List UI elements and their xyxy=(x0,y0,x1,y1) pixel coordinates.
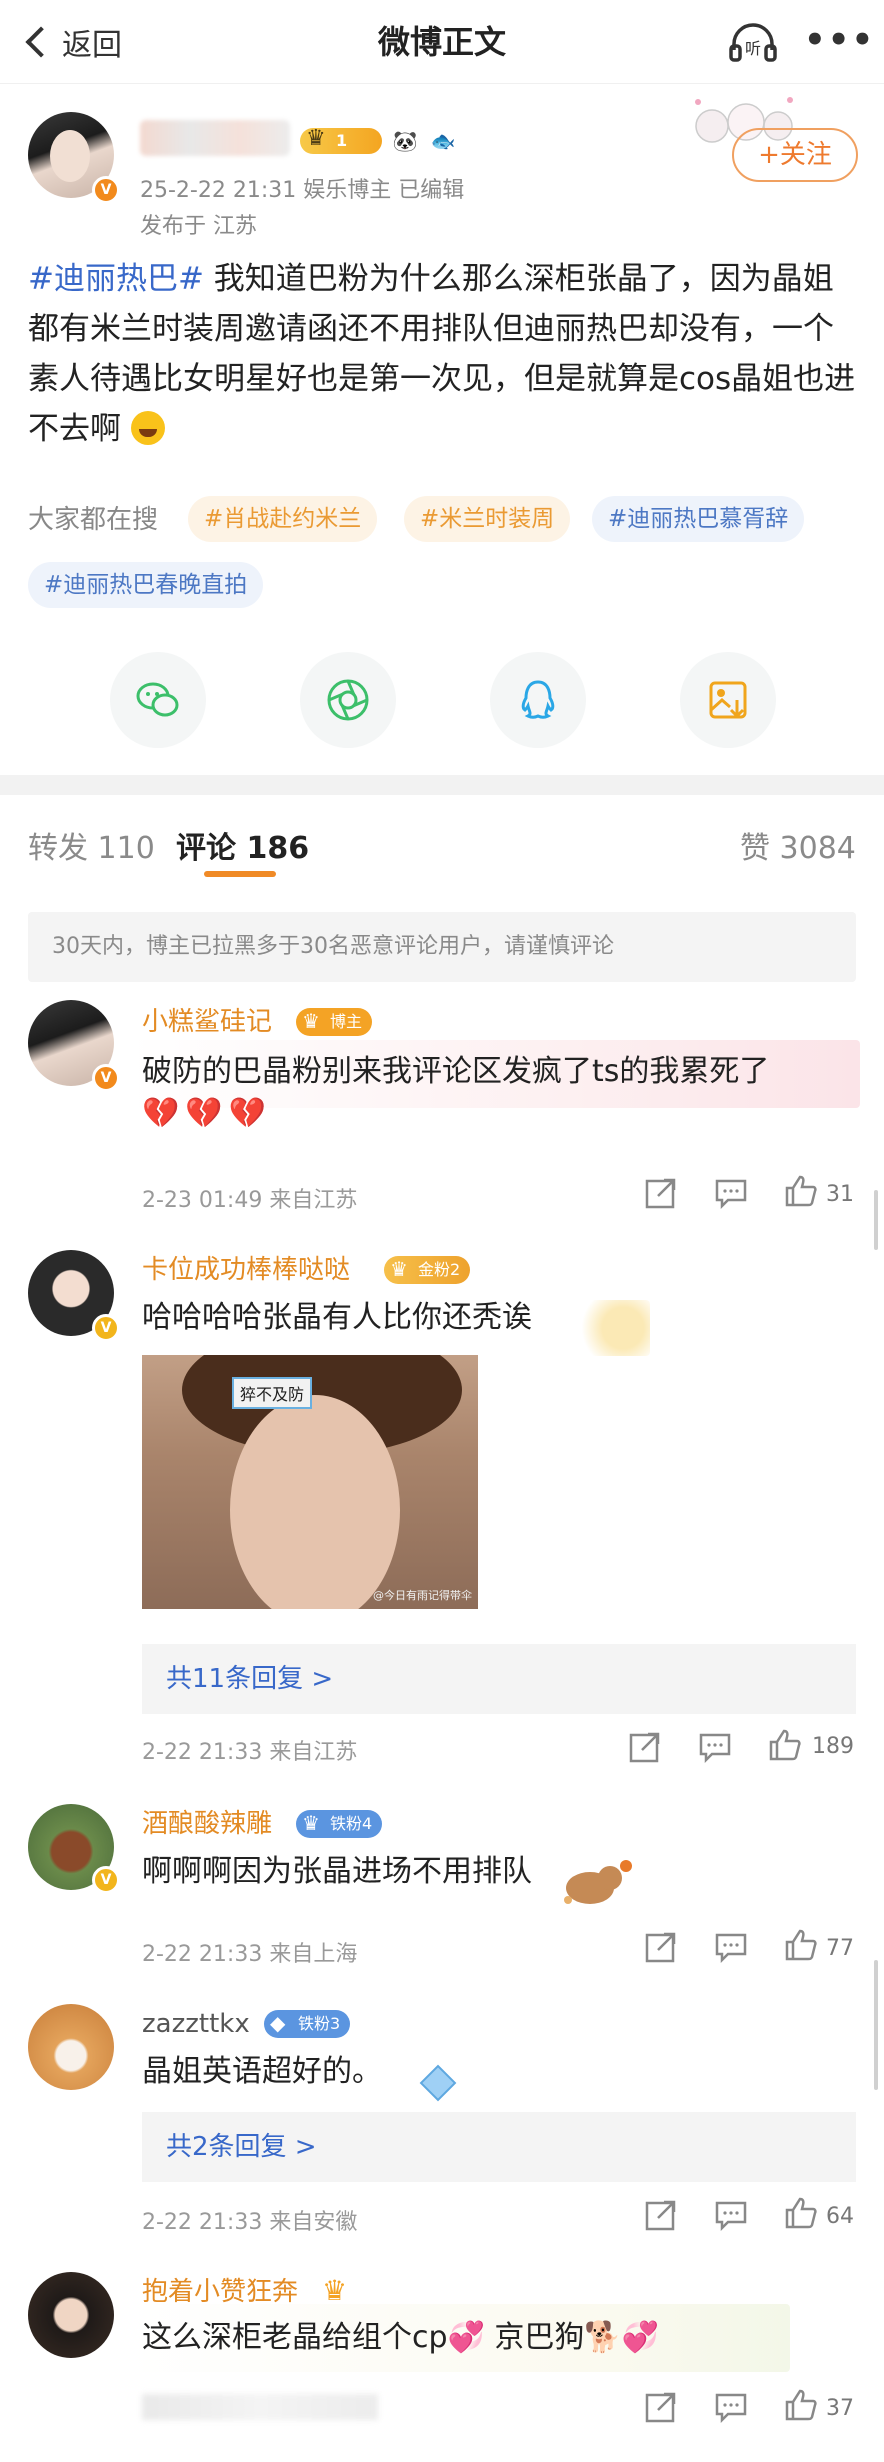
comment-text: 啊啊啊因为张晶进场不用排队 xyxy=(142,1854,532,1889)
crown-icon: ♛ xyxy=(302,1811,320,1835)
share-icon[interactable] xyxy=(644,1930,678,1964)
crown-icon: ♛ xyxy=(322,2274,348,2307)
verified-badge-icon: V xyxy=(92,176,120,204)
fan-level-badge: ♛ 铁粉4 xyxy=(296,1810,383,1838)
tab-reposts[interactable]: 转发 110 xyxy=(28,823,155,867)
avatar[interactable] xyxy=(28,2272,114,2358)
author-badges: 1 🐼 🐟 xyxy=(300,126,458,156)
qq-icon xyxy=(521,680,555,719)
like-count: 189 xyxy=(812,1734,854,1759)
commenter-name[interactable]: 酒酿酸辣雕 xyxy=(142,1806,272,1842)
commenter-name[interactable]: 小糕鲨硅记 xyxy=(142,1004,272,1040)
sticker-decoration-icon xyxy=(560,1300,650,1356)
verified-badge-icon: V xyxy=(92,1866,120,1894)
post-meta: 25-2-22 21:31 娱乐博主 已编辑 xyxy=(140,178,465,203)
share-icon[interactable] xyxy=(644,1176,678,1210)
panda-icon: 🐼 xyxy=(392,129,418,153)
verified-badge-icon: V xyxy=(92,1314,120,1342)
comment-meta: 2-22 21:33 来自安徽 xyxy=(142,2210,358,2235)
view-replies-link[interactable]: 共11条回复 > xyxy=(142,1644,856,1714)
share-icon[interactable] xyxy=(644,2198,678,2232)
post-body: #迪丽热巴# 我知道巴粉为什么那么深柜张晶了，因为晶姐都有米兰时装周邀请函还不用… xyxy=(28,254,858,454)
like-icon[interactable] xyxy=(768,1728,802,1762)
comment-text: 哈哈哈哈张晶有人比你还秃诶 xyxy=(142,1300,532,1335)
follow-button[interactable]: +关注 xyxy=(732,128,858,182)
trending-chip[interactable]: #米兰时装周 xyxy=(404,496,571,542)
tab-comments[interactable]: 评论 186 xyxy=(176,823,309,867)
trending-search-label: 大家都在搜 xyxy=(28,505,159,535)
comment-icon[interactable] xyxy=(714,1930,748,1964)
moments-icon xyxy=(327,679,369,721)
svg-text:听: 听 xyxy=(745,39,761,58)
like-count: 37 xyxy=(826,2396,854,2421)
fish-icon: 🐟 xyxy=(430,129,456,153)
trending-chip[interactable]: #迪丽热巴慕胥辞 xyxy=(592,496,805,542)
comment-icon[interactable] xyxy=(714,2198,748,2232)
share-wechat-button[interactable] xyxy=(110,652,206,748)
topic-hashtag[interactable]: #迪丽热巴# xyxy=(28,261,204,297)
trending-chip[interactable]: #迪丽热巴春晚直拍 xyxy=(28,562,264,608)
section-divider xyxy=(0,775,884,795)
tab-likes[interactable]: 赞 3084 xyxy=(740,823,856,867)
commenter-name[interactable]: 卡位成功棒棒哒哒 xyxy=(142,1252,350,1288)
image-watermark: @今日有雨记得带伞 xyxy=(373,1589,472,1602)
wechat-icon xyxy=(136,682,179,717)
share-icon[interactable] xyxy=(628,1730,662,1764)
crown-icon: ♛ xyxy=(390,1257,408,1281)
share-moments-button[interactable] xyxy=(300,652,396,748)
member-level-badge: 1 xyxy=(300,126,382,154)
author-name-blurred[interactable] xyxy=(140,120,290,156)
fan-level-badge: ◆ 铁粉3 xyxy=(264,2010,351,2038)
scrollbar[interactable] xyxy=(874,1190,878,1250)
comment-icon[interactable] xyxy=(714,2390,748,2424)
comment-meta: 2-22 21:33 来自上海 xyxy=(142,1942,358,1967)
like-icon[interactable] xyxy=(784,2388,818,2422)
author-badge: ♛ 博主 xyxy=(296,1008,373,1036)
trending-chip[interactable]: #肖战赴约米兰 xyxy=(188,496,378,542)
comment-image[interactable]: 猝不及防 @今日有雨记得带伞 xyxy=(142,1355,478,1609)
interaction-tabs: 转发 110 评论 186 赞 3084 xyxy=(0,795,884,885)
like-icon[interactable] xyxy=(784,2196,818,2230)
active-tab-indicator xyxy=(204,871,276,877)
headphones-icon: 听 xyxy=(729,23,777,62)
like-icon[interactable] xyxy=(784,1928,818,1962)
commenter-name[interactable]: zazzttkx xyxy=(142,2006,250,2042)
like-count: 77 xyxy=(826,1936,854,1961)
comment-meta: 2-22 21:33 来自江苏 xyxy=(142,1740,358,1765)
image-caption: 猝不及防 xyxy=(232,1377,313,1409)
comment-text: 这么深柜老晶给组个cp💞 京巴狗🐕💞 xyxy=(142,2320,660,2355)
diamond-sticker-icon xyxy=(419,2064,457,2102)
comment-icon[interactable] xyxy=(714,1176,748,1210)
comment-text: 晶姐英语超好的。 xyxy=(142,2054,382,2089)
top-bar: 返回 微博正文 听 ••• xyxy=(0,0,884,84)
share-icon[interactable] xyxy=(644,2390,678,2424)
verified-badge-icon: V xyxy=(92,1064,120,1092)
share-qq-button[interactable] xyxy=(490,652,586,748)
more-options-button[interactable]: ••• xyxy=(804,22,875,58)
comment-text: 破防的巴晶粉别来我评论区发疯了ts的我累死了 xyxy=(142,1054,770,1089)
fan-level-badge: ♛ 金粉2 xyxy=(384,1256,471,1284)
like-count: 64 xyxy=(826,2204,854,2229)
like-count: 31 xyxy=(826,1182,854,1207)
comment-notice: 30天内，博主已拉黑多于30名恶意评论用户，请谨慎评论 xyxy=(28,912,856,982)
broken-heart-icons: 💔💔💔 xyxy=(142,1096,273,1131)
like-icon[interactable] xyxy=(784,1174,818,1208)
rofl-emoji-icon xyxy=(130,411,165,445)
blurred-meta xyxy=(142,2394,378,2420)
diamond-icon: ◆ xyxy=(270,2011,286,2035)
capybara-sticker-icon xyxy=(564,1860,632,1904)
post-location: 发布于 江苏 xyxy=(140,214,257,239)
comment-icon[interactable] xyxy=(698,1730,732,1764)
crown-icon: ♛ xyxy=(302,1009,320,1033)
comment-meta: 2-23 01:49 来自江苏 xyxy=(142,1188,358,1213)
avatar[interactable] xyxy=(28,2004,114,2090)
share-save-image-button[interactable] xyxy=(680,652,776,748)
save-image-icon xyxy=(709,681,747,719)
scrollbar[interactable] xyxy=(874,1960,878,2090)
view-replies-link[interactable]: 共2条回复 > xyxy=(142,2112,856,2182)
listen-button[interactable]: 听 xyxy=(728,20,778,64)
